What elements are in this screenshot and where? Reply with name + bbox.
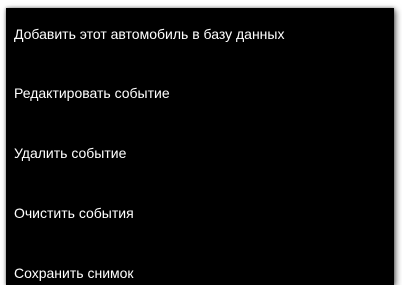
context-menu: Добавить этот автомобиль в базу данных Р… <box>6 8 394 285</box>
menu-item-save-snapshot[interactable]: Сохранить снимок <box>14 261 394 285</box>
menu-item-delete-event[interactable]: Удалить событие <box>14 141 394 165</box>
menu-item-add-vehicle-to-database[interactable]: Добавить этот автомобиль в базу данных <box>14 22 394 46</box>
menu-item-clear-events[interactable]: Очистить события <box>14 201 394 225</box>
menu-item-edit-event[interactable]: Редактировать событие <box>14 81 394 105</box>
